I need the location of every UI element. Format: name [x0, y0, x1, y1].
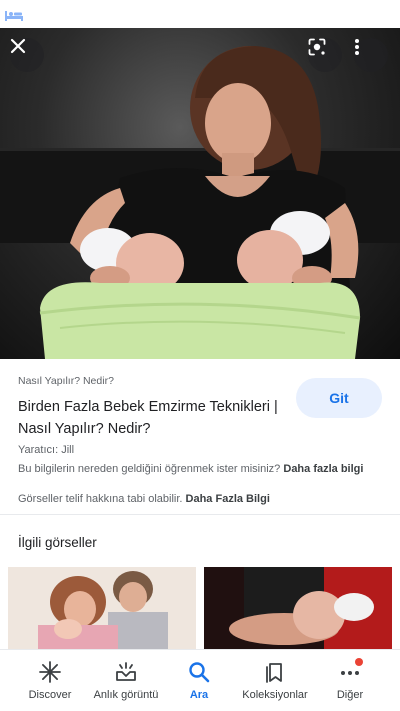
status-bar	[0, 0, 400, 28]
lens-button[interactable]	[308, 38, 342, 72]
more-vert-icon	[355, 39, 359, 55]
result-title[interactable]: Birden Fazla Bebek Emzirme Teknikleri | …	[18, 396, 280, 440]
visit-button[interactable]: Git	[296, 378, 382, 418]
nav-search-label: Ara	[189, 689, 209, 701]
nav-discover[interactable]: Discover	[20, 650, 80, 711]
nav-discover-label: Discover	[28, 689, 72, 701]
nav-more-label: Diğer	[336, 689, 364, 701]
divider	[0, 514, 400, 515]
source-site[interactable]: Nasıl Yapılır? Nedir?	[18, 375, 114, 387]
main-image[interactable]	[0, 28, 400, 359]
more-options-button[interactable]	[354, 38, 388, 72]
source-info: Bu bilgilerin nereden geldiğini öğrenmek…	[18, 462, 378, 477]
nav-search[interactable]: Ara	[178, 650, 220, 711]
copyright-text: Görseller telif hakkına tabi olabilir.	[18, 493, 183, 505]
creator-credit: Yaratıcı: Jill	[18, 444, 75, 456]
snapshot-icon	[116, 662, 136, 681]
lens-icon	[308, 38, 326, 56]
copyright-notice: Görseller telif hakkına tabi olabilir. D…	[18, 492, 388, 506]
family-photo	[8, 567, 196, 649]
copyright-more-link[interactable]: Daha Fazla Bilgi	[186, 493, 270, 505]
holding-baby-photo	[204, 567, 392, 649]
nav-collections[interactable]: Koleksiyonlar	[234, 650, 316, 711]
collections-icon	[266, 663, 282, 683]
more-info-link[interactable]: Daha fazla bilgi	[283, 463, 363, 475]
related-images-heading: İlgili görseller	[18, 535, 97, 550]
bottom-navigation: Discover Anlık görüntü Ara Koleksiyonlar	[0, 649, 400, 711]
bed-icon	[5, 11, 23, 21]
search-icon	[189, 662, 210, 683]
nav-collections-label: Koleksiyonlar	[242, 689, 308, 701]
more-horiz-icon-wrap	[338, 658, 363, 684]
related-image-2[interactable]	[204, 567, 392, 649]
source-info-text: Bu bilgilerin nereden geldiğini öğrenmek…	[18, 463, 281, 475]
asterisk-icon	[39, 661, 61, 683]
nav-snapshot[interactable]: Anlık görüntü	[86, 650, 166, 711]
mother-twins-photo	[0, 46, 400, 359]
close-button[interactable]	[10, 38, 44, 72]
notification-badge	[355, 658, 363, 666]
related-image-1[interactable]	[8, 567, 196, 649]
nav-snapshot-label: Anlık görüntü	[93, 689, 159, 701]
close-icon	[10, 38, 26, 54]
nav-more[interactable]: Diğer	[328, 650, 372, 711]
